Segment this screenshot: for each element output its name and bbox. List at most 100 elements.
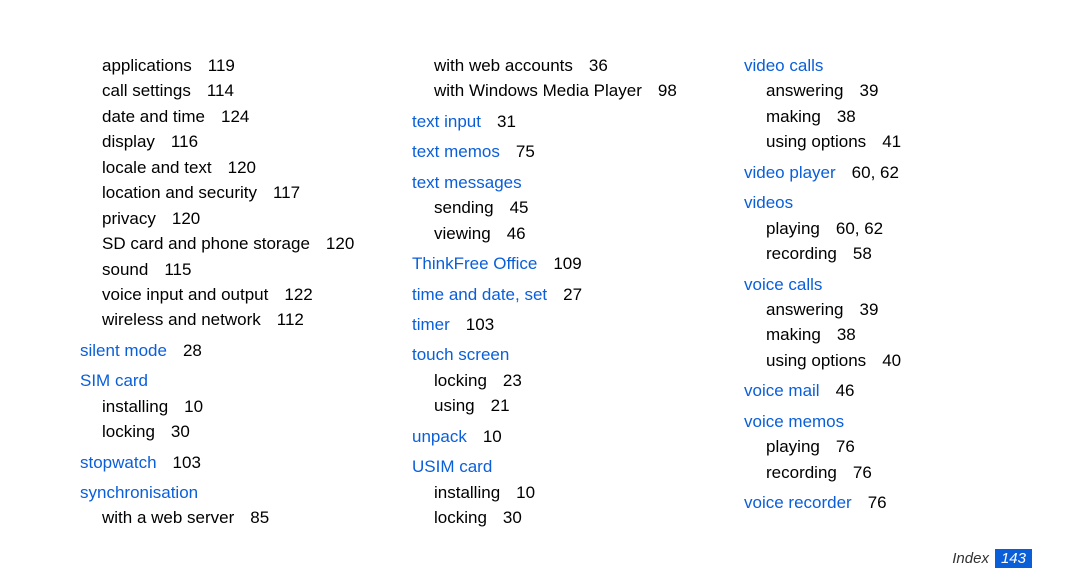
index-term: text input31 [412, 111, 700, 133]
index-page-ref: 98 [658, 81, 677, 100]
index-term-text: timer [412, 315, 450, 334]
index-term: timer 103 [412, 314, 700, 336]
index-term-text: voice memos [744, 412, 844, 431]
index-term: voice recorder76 [744, 492, 1032, 514]
index-subentry-text: making [766, 107, 821, 126]
index-subentry-text: with a web server [102, 508, 234, 527]
index-subentry: privacy 120 [80, 208, 368, 230]
index-subentry: using 21 [412, 395, 700, 417]
footer-label: Index [952, 550, 989, 567]
index-term: text messages [412, 172, 700, 194]
index-subentry-text: with web accounts [434, 56, 573, 75]
index-subentry: locking30 [412, 507, 700, 529]
index-term: unpack10 [412, 426, 700, 448]
index-subentry-text: SD card and phone storage [102, 234, 310, 253]
index-page-ref: 40 [882, 351, 901, 370]
index-page-ref: 10 [184, 397, 203, 416]
index-term: USIM card [412, 456, 700, 478]
index-page-ref: 120 [326, 234, 354, 253]
index-subentry: locking 30 [80, 421, 368, 443]
index-subentry-text: using options [766, 351, 866, 370]
index-term-text: voice calls [744, 275, 822, 294]
index-subentry: with a web server85 [80, 507, 368, 529]
index-columns: applications119call settings114date and … [80, 55, 1032, 533]
index-page-ref: 120 [228, 158, 256, 177]
index-page-ref: 109 [553, 254, 581, 273]
index-subentry: using options 40 [744, 350, 1032, 372]
index-term-text: SIM card [80, 371, 148, 390]
index-page-ref: 45 [510, 198, 529, 217]
index-subentry: sound115 [80, 259, 368, 281]
index-term: voice calls [744, 274, 1032, 296]
index-term: stopwatch103 [80, 452, 368, 474]
index-subentry-text: recording [766, 244, 837, 263]
index-subentry-text: locking [434, 371, 487, 390]
index-term-text: videos [744, 193, 793, 212]
index-subentry-text: answering [766, 81, 844, 100]
index-subentry: viewing 46 [412, 223, 700, 245]
index-page-ref: 103 [173, 453, 201, 472]
index-page-ref: 10 [483, 427, 502, 446]
index-term-text: text input [412, 112, 481, 131]
index-subentry-text: playing [766, 437, 820, 456]
index-subentry: locale and text120 [80, 157, 368, 179]
index-subentry-text: locking [102, 422, 155, 441]
index-term: video calls [744, 55, 1032, 77]
index-subentry: voice input and output122 [80, 284, 368, 306]
index-page-ref: 103 [466, 315, 494, 334]
index-subentry: display116 [80, 131, 368, 153]
index-term-text: silent mode [80, 341, 167, 360]
index-term-text: text memos [412, 142, 500, 161]
index-page-ref: 10 [516, 483, 535, 502]
index-subentry-text: answering [766, 300, 844, 319]
index-subentry: applications119 [80, 55, 368, 77]
index-subentry: using options 41 [744, 131, 1032, 153]
index-subentry-text: locking [434, 508, 487, 527]
index-page-ref: 119 [208, 56, 235, 75]
index-subentry-text: sound [102, 260, 148, 279]
index-term-text: voice recorder [744, 493, 852, 512]
index-term: time and date, set27 [412, 284, 700, 306]
index-term-text: video player [744, 163, 836, 182]
index-subentry: wireless and network112 [80, 309, 368, 331]
index-page-ref: 46 [836, 381, 855, 400]
index-page-ref: 112 [277, 310, 304, 329]
index-page-ref: 120 [172, 209, 200, 228]
index-subentry-text: making [766, 325, 821, 344]
index-subentry-text: location and security [102, 183, 257, 202]
index-term-text: touch screen [412, 345, 509, 364]
page-footer: Index 143 [952, 549, 1032, 568]
index-page-ref: 30 [171, 422, 190, 441]
index-subentry-text: using [434, 396, 475, 415]
index-page-ref: 41 [882, 132, 901, 151]
index-subentry-text: using options [766, 132, 866, 151]
index-page-ref: 75 [516, 142, 535, 161]
index-page-ref: 38 [837, 325, 856, 344]
index-subentry-text: installing [102, 397, 168, 416]
index-page-ref: 60, 62 [852, 163, 899, 182]
index-subentry: with Windows Media Player98 [412, 80, 700, 102]
index-subentry: call settings114 [80, 80, 368, 102]
index-page-ref: 39 [860, 300, 879, 319]
index-term-text: video calls [744, 56, 823, 75]
index-subentry: installing10 [412, 482, 700, 504]
index-page-ref: 117 [273, 183, 300, 202]
index-page-ref: 21 [491, 396, 510, 415]
index-subentry-text: privacy [102, 209, 156, 228]
index-subentry: answering 39 [744, 299, 1032, 321]
index-term: video player 60, 62 [744, 162, 1032, 184]
index-page-ref: 39 [860, 81, 879, 100]
index-term-text: USIM card [412, 457, 492, 476]
index-term: touch screen [412, 344, 700, 366]
index-subentry-text: viewing [434, 224, 491, 243]
index-term-text: text messages [412, 173, 522, 192]
index-term: text memos 75 [412, 141, 700, 163]
index-page-ref: 46 [507, 224, 526, 243]
index-subentry: making38 [744, 106, 1032, 128]
index-term: videos [744, 192, 1032, 214]
index-page-ref: 28 [183, 341, 202, 360]
index-page-ref: 114 [207, 81, 234, 100]
index-subentry: making 38 [744, 324, 1032, 346]
index-page-ref: 58 [853, 244, 872, 263]
footer-page-number: 143 [995, 549, 1032, 568]
